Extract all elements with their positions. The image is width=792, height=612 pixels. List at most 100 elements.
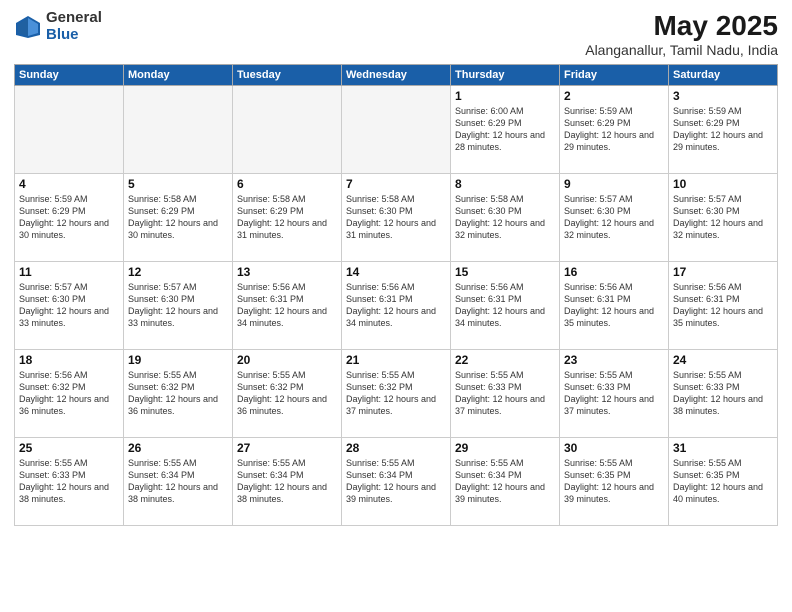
day-number: 25 xyxy=(19,441,119,455)
col-wednesday: Wednesday xyxy=(342,65,451,86)
calendar-cell-5-7: 31Sunrise: 5:55 AMSunset: 6:35 PMDayligh… xyxy=(669,438,778,526)
calendar-cell-1-2 xyxy=(124,86,233,174)
calendar-cell-4-1: 18 Sunrise: 5:56 AMSunset: 6:32 PMDayligh… xyxy=(15,350,124,438)
calendar-cell-2-6: 9 Sunrise: 5:57 AMSunset: 6:30 PMDaylight… xyxy=(560,174,669,262)
day-detail: Sunrise: 5:55 AMSunset: 6:32 PMDaylight:… xyxy=(237,369,337,418)
day-detail: Sunrise: 5:58 AMSunset: 6:30 PMDaylight:… xyxy=(346,193,446,242)
day-number: 6 xyxy=(237,177,337,191)
day-number: 28 xyxy=(346,441,446,455)
calendar-cell-2-1: 4Sunrise: 5:59 AMSunset: 6:29 PMDaylight… xyxy=(15,174,124,262)
calendar-cell-5-2: 26Sunrise: 5:55 AMSunset: 6:34 PMDayligh… xyxy=(124,438,233,526)
calendar-cell-5-1: 25 Sunrise: 5:55 AMSunset: 6:33 PMDayligh… xyxy=(15,438,124,526)
col-monday: Monday xyxy=(124,65,233,86)
day-number: 21 xyxy=(346,353,446,367)
calendar-cell-4-3: 20 Sunrise: 5:55 AMSunset: 6:32 PMDayligh… xyxy=(233,350,342,438)
day-detail: Sunrise: 5:57 AMSunset: 6:30 PMDaylight:… xyxy=(673,193,773,242)
day-number: 18 xyxy=(19,353,119,367)
calendar-cell-4-2: 19Sunrise: 5:55 AMSunset: 6:32 PMDayligh… xyxy=(124,350,233,438)
calendar-header-row: Sunday Monday Tuesday Wednesday Thursday… xyxy=(15,65,778,86)
day-number: 15 xyxy=(455,265,555,279)
day-number: 29 xyxy=(455,441,555,455)
calendar-week-1: 1 Sunrise: 6:00 AMSunset: 6:29 PMDaylight… xyxy=(15,86,778,174)
day-number: 10 xyxy=(673,177,773,191)
calendar-cell-1-3 xyxy=(233,86,342,174)
day-number: 4 xyxy=(19,177,119,191)
calendar-cell-4-7: 24 Sunrise: 5:55 AMSunset: 6:33 PMDayligh… xyxy=(669,350,778,438)
col-friday: Friday xyxy=(560,65,669,86)
day-detail: Sunrise: 5:57 AMSunset: 6:30 PMDaylight:… xyxy=(564,193,664,242)
calendar-table: Sunday Monday Tuesday Wednesday Thursday… xyxy=(14,64,778,526)
calendar-cell-5-3: 27Sunrise: 5:55 AMSunset: 6:34 PMDayligh… xyxy=(233,438,342,526)
logo-icon xyxy=(14,13,42,41)
day-detail: Sunrise: 5:58 AMSunset: 6:30 PMDaylight:… xyxy=(455,193,555,242)
day-detail: Sunrise: 5:55 AMSunset: 6:32 PMDaylight:… xyxy=(128,369,228,418)
calendar-week-5: 25 Sunrise: 5:55 AMSunset: 6:33 PMDayligh… xyxy=(15,438,778,526)
calendar-week-4: 18 Sunrise: 5:56 AMSunset: 6:32 PMDayligh… xyxy=(15,350,778,438)
day-detail: Sunrise: 5:58 AMSunset: 6:29 PMDaylight:… xyxy=(128,193,228,242)
day-number: 20 xyxy=(237,353,337,367)
calendar-title: May 2025 xyxy=(585,10,778,42)
calendar-cell-2-7: 10 Sunrise: 5:57 AMSunset: 6:30 PMDayligh… xyxy=(669,174,778,262)
day-number: 24 xyxy=(673,353,773,367)
day-number: 22 xyxy=(455,353,555,367)
day-detail: Sunrise: 5:56 AMSunset: 6:31 PMDaylight:… xyxy=(673,281,773,330)
day-detail: Sunrise: 5:56 AMSunset: 6:31 PMDaylight:… xyxy=(455,281,555,330)
col-thursday: Thursday xyxy=(451,65,560,86)
col-tuesday: Tuesday xyxy=(233,65,342,86)
day-detail: Sunrise: 5:55 AMSunset: 6:33 PMDaylight:… xyxy=(564,369,664,418)
calendar-cell-2-2: 5Sunrise: 5:58 AMSunset: 6:29 PMDaylight… xyxy=(124,174,233,262)
day-detail: Sunrise: 5:55 AMSunset: 6:32 PMDaylight:… xyxy=(346,369,446,418)
day-number: 7 xyxy=(346,177,446,191)
day-detail: Sunrise: 5:55 AMSunset: 6:34 PMDaylight:… xyxy=(455,457,555,506)
title-block: May 2025 Alanganallur, Tamil Nadu, India xyxy=(585,10,778,58)
calendar-cell-5-4: 28 Sunrise: 5:55 AMSunset: 6:34 PMDayligh… xyxy=(342,438,451,526)
day-detail: Sunrise: 5:55 AMSunset: 6:34 PMDaylight:… xyxy=(346,457,446,506)
calendar-cell-2-3: 6 Sunrise: 5:58 AMSunset: 6:29 PMDaylight… xyxy=(233,174,342,262)
day-number: 16 xyxy=(564,265,664,279)
day-number: 12 xyxy=(128,265,228,279)
day-detail: Sunrise: 5:55 AMSunset: 6:33 PMDaylight:… xyxy=(19,457,119,506)
calendar-week-2: 4Sunrise: 5:59 AMSunset: 6:29 PMDaylight… xyxy=(15,174,778,262)
day-detail: Sunrise: 5:57 AMSunset: 6:30 PMDaylight:… xyxy=(19,281,119,330)
day-detail: Sunrise: 6:00 AMSunset: 6:29 PMDaylight:… xyxy=(455,105,555,154)
calendar-cell-2-5: 8 Sunrise: 5:58 AMSunset: 6:30 PMDaylight… xyxy=(451,174,560,262)
calendar-cell-3-4: 14Sunrise: 5:56 AMSunset: 6:31 PMDayligh… xyxy=(342,262,451,350)
day-detail: Sunrise: 5:57 AMSunset: 6:30 PMDaylight:… xyxy=(128,281,228,330)
calendar-cell-1-5: 1 Sunrise: 6:00 AMSunset: 6:29 PMDaylight… xyxy=(451,86,560,174)
day-number: 13 xyxy=(237,265,337,279)
day-number: 23 xyxy=(564,353,664,367)
calendar-cell-5-6: 30 Sunrise: 5:55 AMSunset: 6:35 PMDayligh… xyxy=(560,438,669,526)
calendar-cell-3-3: 13Sunrise: 5:56 AMSunset: 6:31 PMDayligh… xyxy=(233,262,342,350)
day-number: 1 xyxy=(455,89,555,103)
calendar-cell-2-4: 7 Sunrise: 5:58 AMSunset: 6:30 PMDaylight… xyxy=(342,174,451,262)
day-detail: Sunrise: 5:56 AMSunset: 6:31 PMDaylight:… xyxy=(564,281,664,330)
day-detail: Sunrise: 5:55 AMSunset: 6:35 PMDaylight:… xyxy=(673,457,773,506)
day-detail: Sunrise: 5:55 AMSunset: 6:33 PMDaylight:… xyxy=(455,369,555,418)
day-detail: Sunrise: 5:59 AMSunset: 6:29 PMDaylight:… xyxy=(673,105,773,154)
calendar-cell-4-5: 22 Sunrise: 5:55 AMSunset: 6:33 PMDayligh… xyxy=(451,350,560,438)
logo-blue-text: Blue xyxy=(46,27,102,44)
page: General Blue May 2025 Alanganallur, Tami… xyxy=(0,0,792,612)
header: General Blue May 2025 Alanganallur, Tami… xyxy=(14,10,778,58)
calendar-cell-3-7: 17 Sunrise: 5:56 AMSunset: 6:31 PMDayligh… xyxy=(669,262,778,350)
day-number: 14 xyxy=(346,265,446,279)
day-detail: Sunrise: 5:55 AMSunset: 6:35 PMDaylight:… xyxy=(564,457,664,506)
calendar-cell-1-7: 3Sunrise: 5:59 AMSunset: 6:29 PMDaylight… xyxy=(669,86,778,174)
calendar-week-3: 11 Sunrise: 5:57 AMSunset: 6:30 PMDayligh… xyxy=(15,262,778,350)
day-detail: Sunrise: 5:55 AMSunset: 6:33 PMDaylight:… xyxy=(673,369,773,418)
day-number: 11 xyxy=(19,265,119,279)
day-detail: Sunrise: 5:56 AMSunset: 6:32 PMDaylight:… xyxy=(19,369,119,418)
calendar-cell-1-4 xyxy=(342,86,451,174)
calendar-cell-3-1: 11 Sunrise: 5:57 AMSunset: 6:30 PMDayligh… xyxy=(15,262,124,350)
logo: General Blue xyxy=(14,10,102,43)
calendar-cell-3-6: 16 Sunrise: 5:56 AMSunset: 6:31 PMDayligh… xyxy=(560,262,669,350)
day-detail: Sunrise: 5:58 AMSunset: 6:29 PMDaylight:… xyxy=(237,193,337,242)
calendar-cell-4-4: 21 Sunrise: 5:55 AMSunset: 6:32 PMDayligh… xyxy=(342,350,451,438)
day-number: 26 xyxy=(128,441,228,455)
calendar-cell-1-1 xyxy=(15,86,124,174)
day-number: 17 xyxy=(673,265,773,279)
day-number: 9 xyxy=(564,177,664,191)
day-number: 30 xyxy=(564,441,664,455)
day-number: 8 xyxy=(455,177,555,191)
calendar-cell-3-5: 15 Sunrise: 5:56 AMSunset: 6:31 PMDayligh… xyxy=(451,262,560,350)
